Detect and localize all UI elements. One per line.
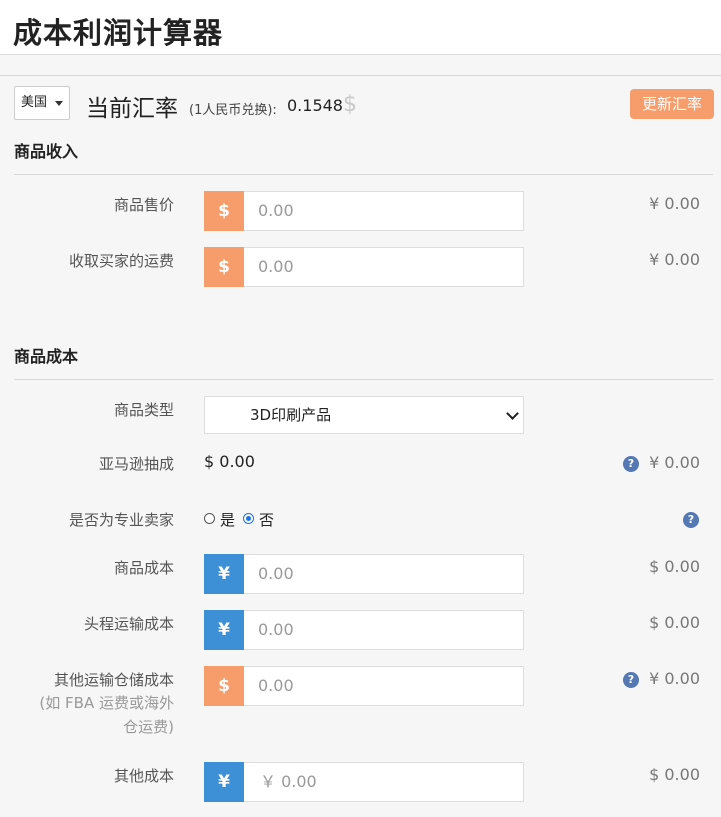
other-shipping-cost-hint-line2: 仓运费) [123,718,174,736]
product-cost-input[interactable]: 0.00 [258,555,294,593]
dollar-icon: $ [343,92,357,117]
pro-seller-label: 是否为专业卖家 [68,511,174,529]
exchange-rate-title: 当前汇率 [86,96,178,122]
amazon-commission-result: ¥ 0.00 [649,453,700,472]
page-title: 成本利润计算器 [13,16,224,50]
product-cost-label: 商品成本 [113,559,174,577]
amazon-commission-value: $ 0.00 [204,452,255,471]
other-cost-input[interactable]: ￥ 0.00 [260,763,317,801]
buyer-shipping-input[interactable]: 0.00 [258,248,294,286]
country-select[interactable]: 美国 [14,86,70,120]
divider [14,379,713,380]
dollar-addon-icon: $ [204,247,244,287]
other-shipping-cost-result: ¥ 0.00 [649,669,700,688]
radio-yes-label[interactable]: 是 [220,509,235,530]
product-cost-result: $ 0.00 [649,557,700,576]
other-cost-label: 其他成本 [113,767,174,785]
country-select-value: 美国 [21,95,48,110]
buyer-shipping-result: ¥ 0.00 [649,250,700,269]
title-bar: 成本利润计算器 [0,0,721,55]
first-leg-cost-result: $ 0.00 [649,613,700,632]
exchange-rate-value: 0.1548 [287,96,343,115]
section-title-income: 商品收入 [14,142,79,161]
sale-price-input[interactable]: 0.00 [258,192,294,230]
sale-price-input-group[interactable]: $ 0.00 [204,191,524,231]
other-shipping-cost-hint-line1: (如 FBA 运费或海外 [39,694,174,712]
divider [0,75,721,76]
other-cost-input-group[interactable]: ¥ ￥ 0.00 [204,762,524,802]
sale-price-label: 商品售价 [113,196,174,214]
help-icon[interactable]: ? [623,456,639,472]
first-leg-cost-input[interactable]: 0.00 [258,611,294,649]
product-type-select[interactable]: 3D印刷产品 [204,396,524,434]
radio-no-label[interactable]: 否 [259,509,274,530]
product-cost-input-group[interactable]: ¥ 0.00 [204,554,524,594]
radio-yes[interactable] [204,513,215,524]
exchange-rate-note: (1人民币兑换): [189,103,277,118]
chevron-down-icon [506,407,519,420]
section-title-cost: 商品成本 [14,347,79,366]
dollar-addon-icon: $ [204,191,244,231]
help-icon[interactable]: ? [623,672,639,688]
sale-price-result: ¥ 0.00 [649,194,700,213]
other-shipping-cost-label: 其他运输仓储成本 [53,671,174,689]
buyer-shipping-label: 收取买家的运费 [68,252,174,270]
product-type-value: 3D印刷产品 [250,406,332,424]
amazon-commission-label: 亚马逊抽成 [98,455,174,473]
other-cost-result: $ 0.00 [649,765,700,784]
other-shipping-cost-input-group[interactable]: $ 0.00 [204,666,524,706]
yuan-addon-icon: ¥ [204,610,244,650]
yuan-addon-icon: ¥ [204,554,244,594]
yuan-addon-icon: ¥ [204,762,244,802]
update-rate-button[interactable]: 更新汇率 [630,89,714,119]
first-leg-cost-label: 头程运输成本 [83,615,174,633]
product-type-label: 商品类型 [113,401,174,419]
dollar-addon-icon: $ [204,666,244,706]
other-shipping-cost-input[interactable]: 0.00 [258,667,294,705]
buyer-shipping-input-group[interactable]: $ 0.00 [204,247,524,287]
help-icon[interactable]: ? [683,512,699,528]
caret-down-icon [55,101,63,106]
first-leg-cost-input-group[interactable]: ¥ 0.00 [204,610,524,650]
divider [14,174,713,175]
radio-no[interactable] [243,513,254,524]
